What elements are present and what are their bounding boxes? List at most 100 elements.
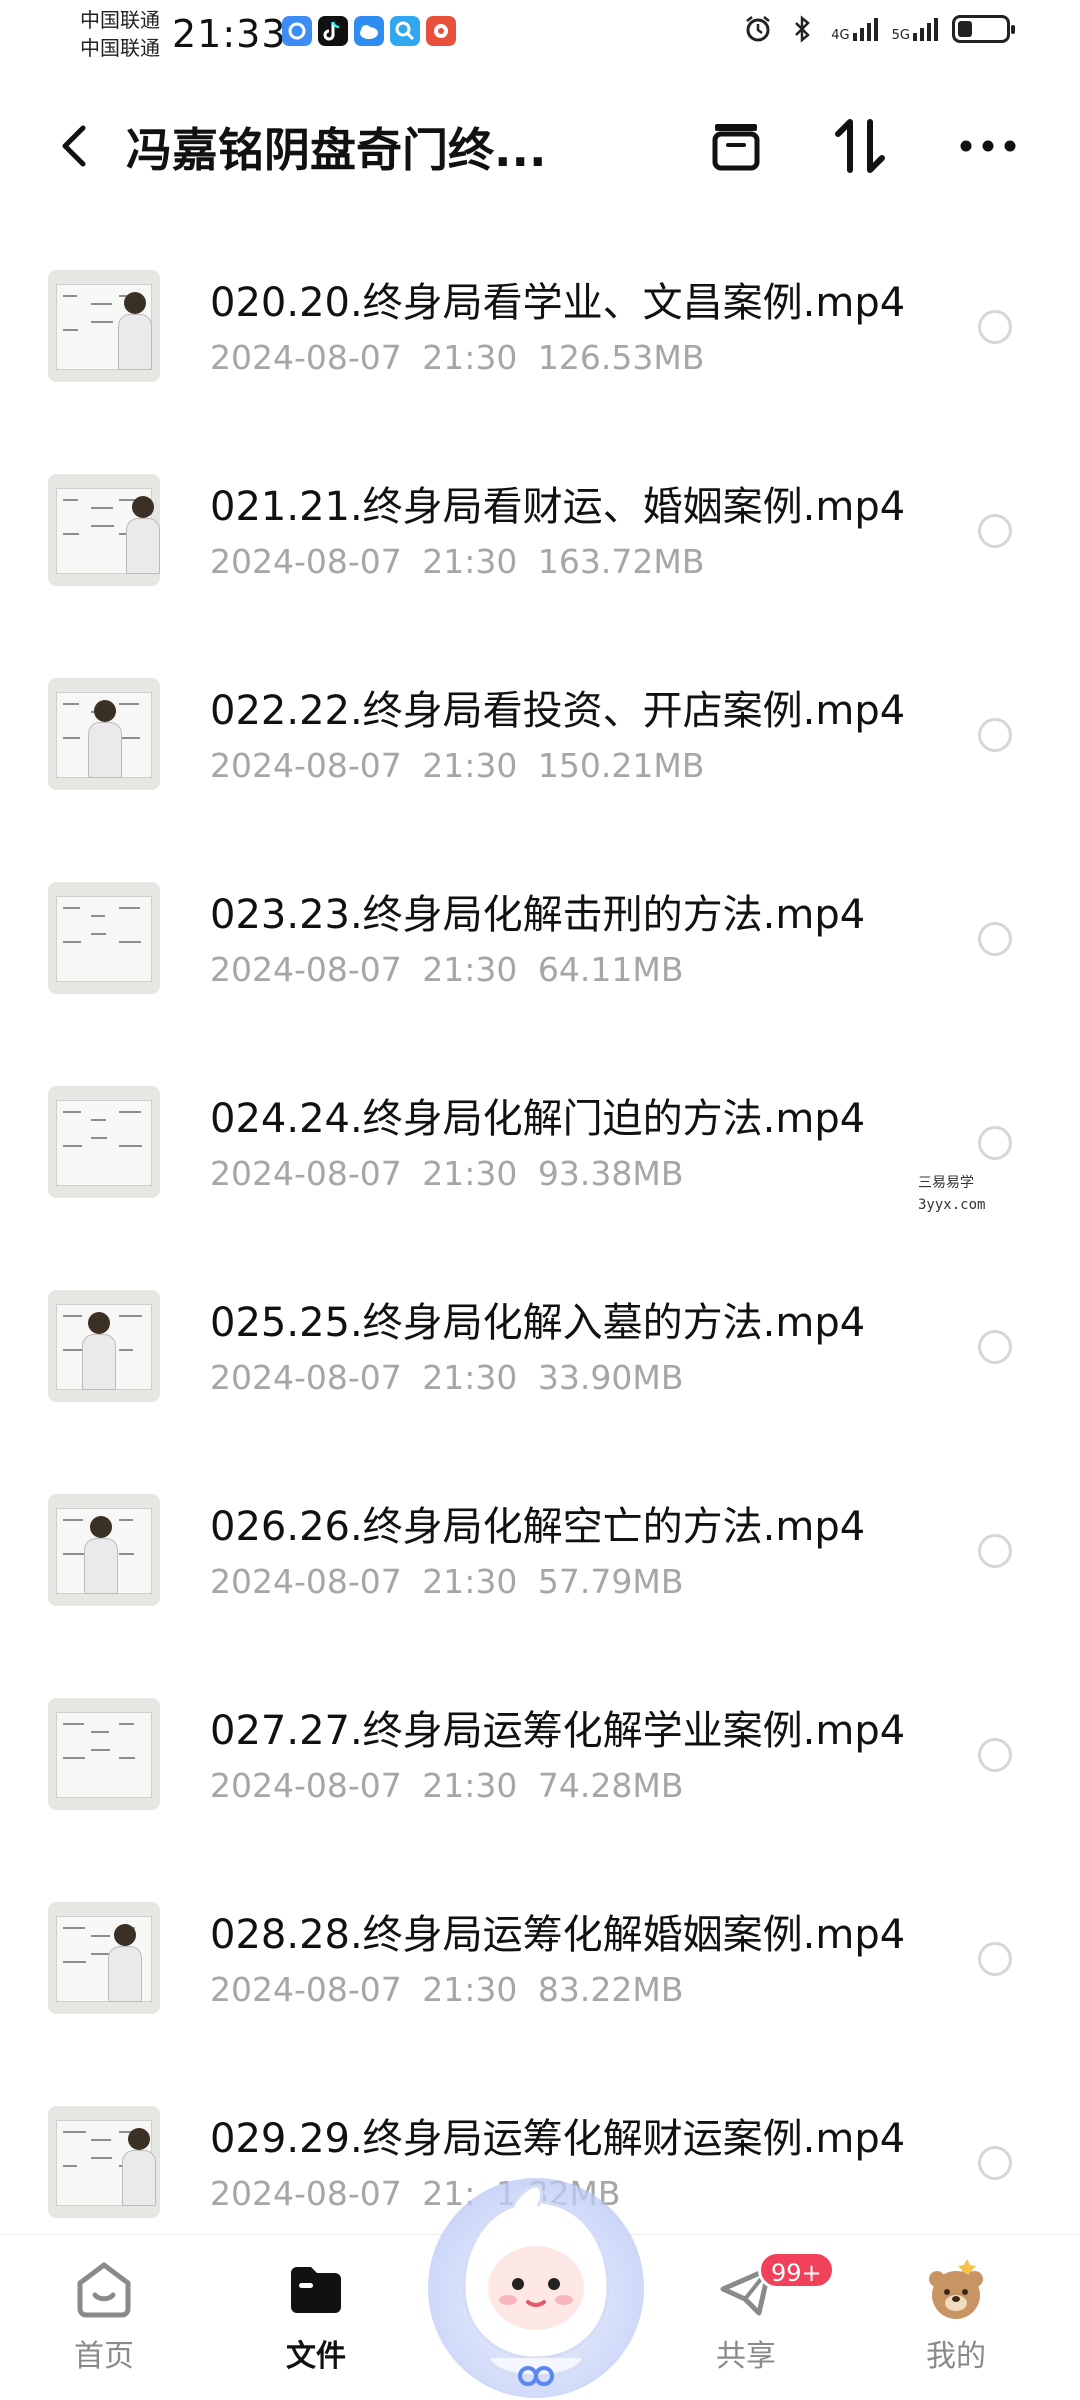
whiteboard-writing <box>119 1349 133 1351</box>
back-button[interactable] <box>44 116 104 176</box>
file-time: 21:30 <box>422 1970 518 2009</box>
whiteboard-writing <box>63 737 80 739</box>
whiteboard-writing <box>63 941 81 943</box>
status-indicators: 4G 5G <box>743 14 1015 44</box>
file-size: 74.28MB <box>537 1766 684 1805</box>
file-meta: 2024-08-07 21:30 163.72MB <box>210 542 704 581</box>
file-list-item[interactable]: 023.23.终身局化解击刑的方法.mp4 2024-08-07 21:30 6… <box>0 844 1080 1048</box>
video-thumbnail <box>48 1086 160 1198</box>
file-size: 83.22MB <box>537 1970 684 2009</box>
file-name: 023.23.终身局化解击刑的方法.mp4 <box>210 892 866 938</box>
more-dots-icon <box>960 140 1016 152</box>
select-radio[interactable] <box>978 1534 1012 1568</box>
whiteboard-writing <box>91 1137 107 1139</box>
file-list-item[interactable]: 026.26.终身局化解空亡的方法.mp4 2024-08-07 21:30 5… <box>0 1456 1080 1660</box>
file-size: 64.11MB <box>537 950 684 989</box>
alarm-icon <box>746 16 771 42</box>
select-radio[interactable] <box>978 310 1012 344</box>
watermark-line1: 三易易学 <box>918 1175 974 1191</box>
select-radio[interactable] <box>978 1942 1012 1976</box>
whiteboard-writing <box>119 703 139 705</box>
whiteboard-writing <box>63 1961 86 1963</box>
video-thumbnail <box>48 1494 160 1606</box>
archive-box-icon <box>712 124 760 171</box>
file-list-item[interactable]: 028.28.终身局运筹化解婚姻案例.mp4 2024-08-07 21:30 … <box>0 1864 1080 2068</box>
sort-button[interactable] <box>824 110 896 182</box>
file-list-item[interactable]: 027.27.终身局运筹化解学业案例.mp4 2024-08-07 21:30 … <box>0 1660 1080 1864</box>
page-title: 冯嘉铭阴盘奇门终... <box>126 123 547 177</box>
more-options-button[interactable] <box>952 110 1024 182</box>
whiteboard-graphic <box>56 896 152 982</box>
whiteboard-writing <box>63 703 79 705</box>
nav-share[interactable]: 99+ 共享 <box>686 2251 835 2375</box>
file-list: 020.20.终身局看学业、文昌案例.mp4 2024-08-07 21:30 … <box>0 232 1080 2272</box>
file-meta: 2024-08-07 21:30 126.53MB <box>210 338 704 377</box>
carrier-labels: 中国联通 中国联通 <box>80 6 160 62</box>
whiteboard-writing <box>119 1315 142 1317</box>
whiteboard-writing <box>63 499 78 501</box>
file-date: 2024-08-07 <box>210 1562 402 1601</box>
signal-4g: 4G <box>831 16 878 42</box>
whiteboard-writing <box>63 1145 82 1147</box>
assistant-mascot-button[interactable] <box>424 2168 648 2400</box>
nav-home-label: 首页 <box>74 2339 134 2374</box>
presenter-head <box>88 1312 110 1334</box>
nav-files-label: 文件 <box>286 2339 346 2374</box>
select-all-button[interactable] <box>700 110 772 182</box>
select-radio[interactable] <box>978 1126 1012 1160</box>
file-time: 21:30 <box>422 746 518 785</box>
file-time: 21:30 <box>422 542 518 581</box>
presenter-body <box>122 2150 156 2206</box>
video-thumbnail <box>48 882 160 994</box>
presenter-body <box>88 722 122 778</box>
file-list-item[interactable]: 024.24.终身局化解门迫的方法.mp4 2024-08-07 21:30 9… <box>0 1048 1080 1252</box>
select-radio[interactable] <box>978 2146 1012 2180</box>
bear-avatar-icon <box>923 2257 989 2323</box>
whiteboard-writing <box>119 1553 134 1555</box>
whiteboard-writing <box>63 1111 81 1113</box>
select-radio[interactable] <box>978 514 1012 548</box>
whiteboard-writing <box>91 1119 106 1121</box>
nav-profile-label: 我的 <box>926 2339 986 2374</box>
file-name: 028.28.终身局运筹化解婚姻案例.mp4 <box>210 1912 906 1958</box>
whiteboard-writing <box>91 915 105 917</box>
whiteboard-writing <box>91 1749 110 1751</box>
file-name: 024.24.终身局化解门迫的方法.mp4 <box>210 1096 866 1142</box>
file-list-item[interactable]: 025.25.终身局化解入墓的方法.mp4 2024-08-07 21:30 3… <box>0 1252 1080 1456</box>
presenter-head <box>114 1924 136 1946</box>
shopping-app-icon <box>426 16 456 46</box>
battery-level <box>958 21 972 37</box>
file-time: 21:30 <box>422 338 518 377</box>
select-radio[interactable] <box>978 922 1012 956</box>
file-list-item[interactable]: 021.21.终身局看财运、婚姻案例.mp4 2024-08-07 21:30 … <box>0 436 1080 640</box>
file-name: 026.26.终身局化解空亡的方法.mp4 <box>210 1504 866 1550</box>
whiteboard-writing <box>63 907 80 909</box>
whiteboard-writing <box>91 2139 111 2141</box>
whiteboard-writing <box>91 303 112 305</box>
nav-profile[interactable]: 我的 <box>896 2257 1016 2375</box>
chevron-left-icon <box>62 125 86 167</box>
whiteboard-writing <box>91 2157 112 2159</box>
robot-mascot-icon <box>428 2178 644 2398</box>
file-time: 21:30 <box>422 1562 518 1601</box>
file-list-item[interactable]: 022.22.终身局看投资、开店案例.mp4 2024-08-07 21:30 … <box>0 640 1080 844</box>
presenter-body <box>82 1334 116 1390</box>
screen: 中国联通 中国联通 21:33 4G 5G 冯嘉铭阴盘奇门终... 020.20… <box>0 0 1080 2400</box>
whiteboard-writing <box>91 1731 109 1733</box>
signal-bars-icon <box>913 18 938 41</box>
file-meta: 2024-08-07 21:30 33.90MB <box>210 1358 683 1397</box>
file-name: 021.21.终身局看财运、婚姻案例.mp4 <box>210 484 906 530</box>
file-list-item[interactable]: 020.20.终身局看学业、文昌案例.mp4 2024-08-07 21:30 … <box>0 232 1080 436</box>
select-radio[interactable] <box>978 1330 1012 1364</box>
file-time: 21:30 <box>422 1358 518 1397</box>
file-name: 020.20.终身局看学业、文昌案例.mp4 <box>210 280 906 326</box>
select-radio[interactable] <box>978 718 1012 752</box>
video-thumbnail <box>48 270 160 382</box>
whiteboard-writing <box>119 1111 141 1113</box>
file-date: 2024-08-07 <box>210 542 402 581</box>
nav-files[interactable]: 文件 <box>256 2257 376 2375</box>
nav-home[interactable]: 首页 <box>44 2257 164 2375</box>
bluetooth-icon <box>795 15 811 43</box>
select-radio[interactable] <box>978 1738 1012 1772</box>
presenter-head <box>128 2128 150 2150</box>
